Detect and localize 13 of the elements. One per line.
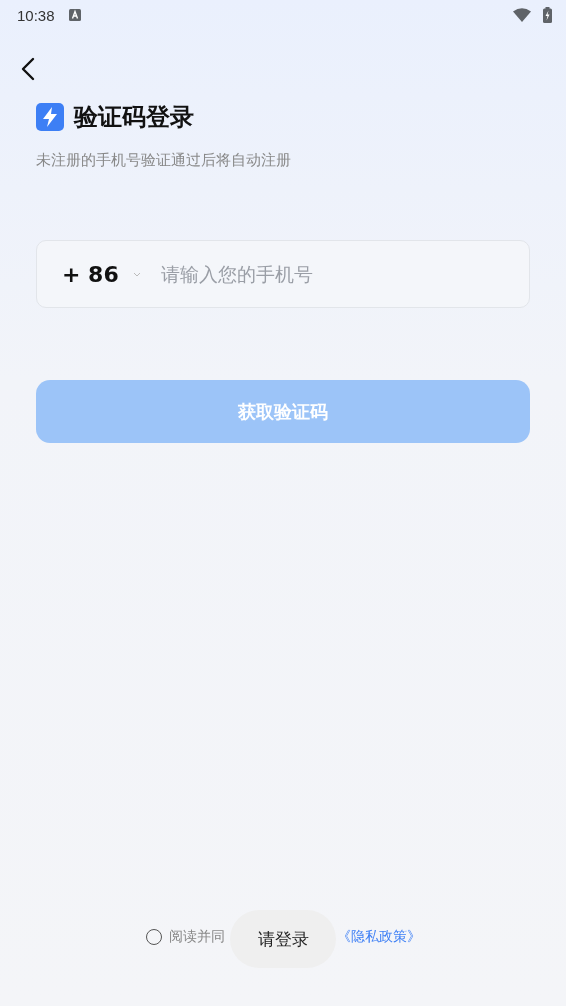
page-subtitle: 未注册的手机号验证通过后将自动注册 [36, 151, 292, 170]
agreement-text: 阅读并同 [168, 928, 225, 946]
battery-charging-icon [543, 7, 552, 23]
toast-message: 请登录 [230, 910, 336, 968]
back-icon[interactable] [21, 57, 35, 81]
page-title: 验证码登录 [74, 102, 194, 133]
status-time: 10:38 [17, 6, 55, 24]
country-code[interactable]: + 86 [62, 261, 119, 287]
keyboard-notification-icon [68, 9, 81, 21]
wifi-icon [513, 8, 531, 22]
phone-input-field[interactable]: + 86 请输入您的手机号 [36, 240, 530, 308]
lightning-logo-icon [36, 103, 64, 131]
privacy-policy-link[interactable]: 《隐私政策》 [336, 928, 421, 946]
